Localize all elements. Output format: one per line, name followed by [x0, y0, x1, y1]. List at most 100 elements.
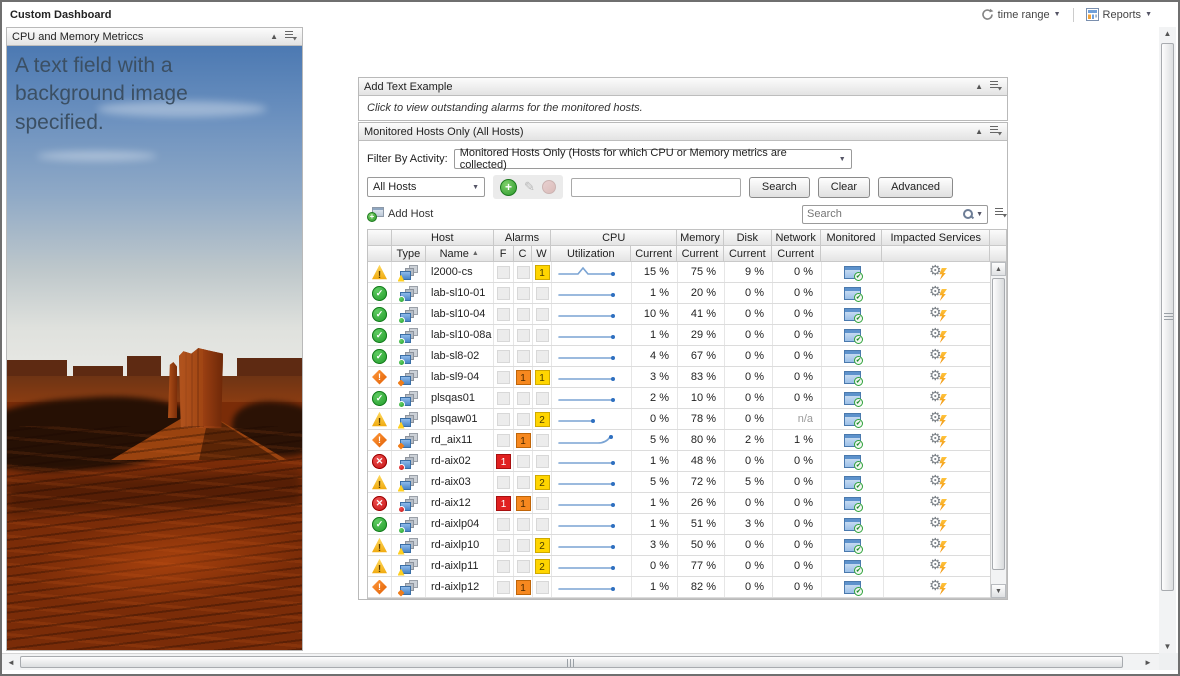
alarm-fatal-count[interactable] — [494, 577, 514, 597]
col-name[interactable]: Name ▲ — [426, 246, 494, 262]
alarm-warning-count[interactable]: 1 — [533, 367, 552, 387]
alarm-critical-count[interactable] — [514, 325, 533, 345]
table-scrollbar-thumb[interactable] — [992, 278, 1005, 570]
vertical-scrollbar-thumb[interactable] — [1161, 43, 1174, 591]
alarm-warning-count[interactable] — [533, 493, 552, 513]
panel-menu-icon[interactable] — [989, 124, 1002, 139]
window-horizontal-scrollbar[interactable]: ◄ ► — [2, 653, 1159, 670]
alarm-warning-count[interactable]: 2 — [533, 556, 552, 576]
alarm-critical-count[interactable] — [514, 262, 533, 282]
cpu-sparkline[interactable] — [552, 577, 632, 597]
alarm-fatal-count[interactable] — [494, 367, 514, 387]
alarm-critical-count[interactable]: 1 — [514, 430, 533, 450]
scroll-down-icon[interactable]: ▼ — [1159, 642, 1176, 651]
alarm-warning-count[interactable] — [533, 304, 552, 324]
host-name[interactable]: rd-aix12 — [426, 493, 494, 513]
impacted-services-icon[interactable]: ⚙ — [929, 285, 947, 301]
host-name[interactable]: rd-aixlp11 — [426, 556, 494, 576]
scroll-left-icon[interactable]: ◄ — [4, 658, 18, 667]
alarm-critical-count[interactable] — [514, 556, 533, 576]
alarm-fatal-count[interactable] — [494, 535, 514, 555]
panel-menu-icon[interactable] — [989, 79, 1002, 94]
alarm-fatal-count[interactable] — [494, 514, 514, 534]
panel-menu-icon[interactable] — [284, 29, 297, 44]
host-name[interactable]: rd-aix02 — [426, 451, 494, 471]
search-button[interactable]: Search — [749, 177, 810, 198]
alarm-critical-count[interactable] — [514, 535, 533, 555]
table-search-box[interactable]: ▼ — [802, 205, 988, 224]
table-menu-icon[interactable] — [994, 205, 1007, 223]
col-disk-current[interactable]: Current — [724, 246, 772, 262]
col-critical[interactable]: C — [514, 246, 533, 262]
collapse-icon[interactable]: ▲ — [270, 33, 278, 41]
monitored-icon[interactable]: ✔ — [844, 350, 861, 363]
alarm-critical-count[interactable]: 1 — [514, 493, 533, 513]
add-host-button[interactable]: + Add Host — [367, 207, 433, 221]
col-group-alarms[interactable]: Alarms — [494, 230, 552, 246]
alarm-warning-count[interactable]: 1 — [533, 262, 552, 282]
monitored-icon[interactable]: ✔ — [844, 581, 861, 594]
table-row[interactable]: ! plsqaw01 2 0 % 78 % 0 % n/a ✔ ⚙ — [368, 409, 1006, 430]
window-vertical-scrollbar[interactable]: ▲ ▼ — [1159, 27, 1176, 653]
alarm-critical-count[interactable]: 1 — [514, 577, 533, 597]
alarm-fatal-count[interactable] — [494, 325, 514, 345]
monitored-icon[interactable]: ✔ — [844, 266, 861, 279]
table-row[interactable]: ✓ lab-sl10-08a 1 % 29 % 0 % 0 % ✔ ⚙ — [368, 325, 1006, 346]
monitored-icon[interactable]: ✔ — [844, 287, 861, 300]
table-row[interactable]: ! rd_aix11 1 5 % 80 % 2 % 1 % ✔ ⚙ — [368, 430, 1006, 451]
table-search-input[interactable] — [807, 208, 959, 220]
alarm-fatal-count[interactable] — [494, 556, 514, 576]
impacted-services-icon[interactable]: ⚙ — [929, 453, 947, 469]
alarm-critical-count[interactable] — [514, 304, 533, 324]
alarm-warning-count[interactable] — [533, 430, 552, 450]
chevron-down-icon[interactable]: ▼ — [976, 211, 983, 218]
cpu-sparkline[interactable] — [552, 283, 632, 303]
monitored-icon[interactable]: ✔ — [844, 497, 861, 510]
cpu-sparkline[interactable] — [552, 367, 632, 387]
monitored-icon[interactable]: ✔ — [844, 434, 861, 447]
cpu-sparkline[interactable] — [552, 346, 632, 366]
filter-text-input[interactable] — [571, 178, 741, 197]
monitored-icon[interactable]: ✔ — [844, 329, 861, 342]
alarm-critical-count[interactable] — [514, 451, 533, 471]
impacted-services-icon[interactable]: ⚙ — [929, 390, 947, 406]
impacted-services-icon[interactable]: ⚙ — [929, 474, 947, 490]
col-group-host[interactable]: Host — [392, 230, 494, 246]
alarm-fatal-count[interactable] — [494, 409, 514, 429]
monitored-icon[interactable]: ✔ — [844, 476, 861, 489]
alarm-critical-count[interactable] — [514, 472, 533, 492]
table-row[interactable]: ! rd-aixlp11 2 0 % 77 % 0 % 0 % ✔ ⚙ — [368, 556, 1006, 577]
monitored-icon[interactable]: ✔ — [844, 392, 861, 405]
host-name[interactable]: rd-aixlp10 — [426, 535, 494, 555]
alarm-critical-count[interactable] — [514, 283, 533, 303]
impacted-services-icon[interactable]: ⚙ — [929, 411, 947, 427]
add-scope-button[interactable]: + — [500, 179, 517, 196]
impacted-services-icon[interactable]: ⚙ — [929, 432, 947, 448]
host-name[interactable]: lab-sl9-04 — [426, 367, 494, 387]
cpu-sparkline[interactable] — [552, 430, 632, 450]
alarm-warning-count[interactable]: 2 — [533, 535, 552, 555]
impacted-services-icon[interactable]: ⚙ — [929, 537, 947, 553]
monitored-icon[interactable]: ✔ — [844, 539, 861, 552]
impacted-services-icon[interactable]: ⚙ — [929, 495, 947, 511]
cpu-sparkline[interactable] — [552, 493, 632, 513]
col-group-monitored[interactable]: Monitored — [821, 230, 883, 246]
table-row[interactable]: ! lab-sl9-04 1 1 3 % 83 % 0 % 0 % ✔ ⚙ — [368, 367, 1006, 388]
alarm-warning-count[interactable] — [533, 577, 552, 597]
alarm-fatal-count[interactable] — [494, 388, 514, 408]
edit-icon[interactable]: ✎ — [524, 179, 535, 195]
table-scrollbar[interactable]: ▲ ▼ — [990, 262, 1006, 598]
delete-icon[interactable] — [542, 180, 556, 194]
monitored-icon[interactable]: ✔ — [844, 308, 861, 321]
alarm-fatal-count[interactable] — [494, 472, 514, 492]
alarm-warning-count[interactable] — [533, 514, 552, 534]
col-group-impacted-services[interactable]: Impacted Services — [882, 230, 990, 246]
table-row[interactable]: ! l2000-cs 1 15 % 75 % 9 % 0 % ✔ ⚙ — [368, 262, 1006, 283]
host-name[interactable]: rd-aixlp04 — [426, 514, 494, 534]
alarms-hint-text[interactable]: Click to view outstanding alarms for the… — [359, 96, 1007, 120]
table-row[interactable]: ✓ plsqas01 2 % 10 % 0 % 0 % ✔ ⚙ — [368, 388, 1006, 409]
scroll-up-icon[interactable]: ▲ — [1159, 29, 1176, 38]
host-name[interactable]: lab-sl8-02 — [426, 346, 494, 366]
monitored-icon[interactable]: ✔ — [844, 455, 861, 468]
col-group-network[interactable]: Network — [772, 230, 821, 246]
